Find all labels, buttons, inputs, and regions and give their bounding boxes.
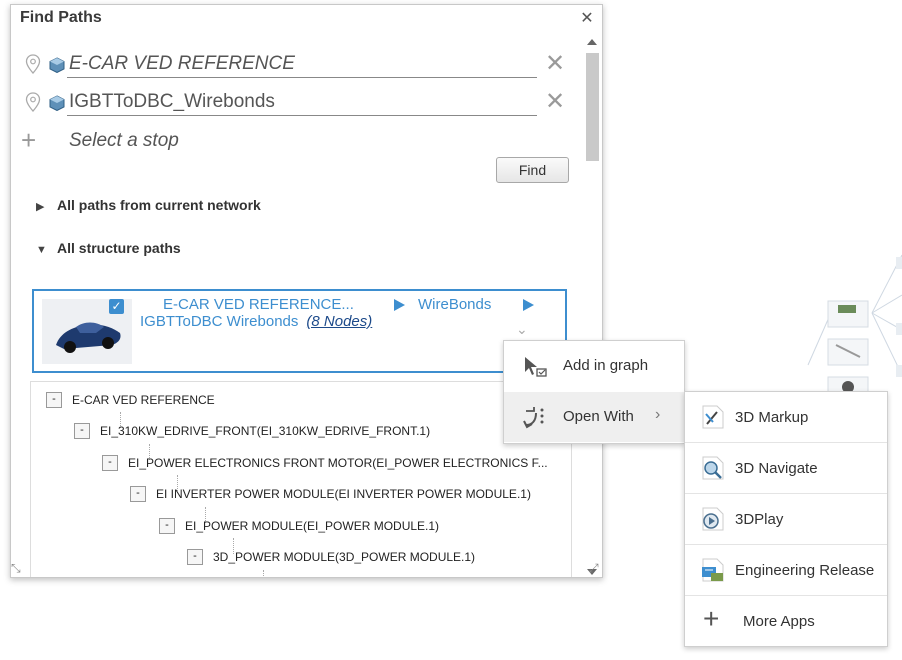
tree-node-label: EI_POWER ELECTRONICS FRONT MOTOR(EI_POWE… [128, 456, 548, 470]
menu-item-label: Open With [563, 408, 634, 425]
section-structure-paths[interactable]: ▼ All structure paths [36, 240, 181, 256]
tree-node[interactable]: - E-CAR VED REFERENCE [46, 392, 215, 410]
add-stop-placeholder[interactable]: Select a stop [69, 130, 179, 152]
tree-collapse-toggle[interactable]: - [102, 455, 118, 471]
find-button[interactable]: Find [496, 157, 569, 183]
tree-node[interactable]: -3D_POWER MODULE(3D_POWER MODULE.1) [187, 549, 475, 567]
submenu-item-more-apps[interactable]: + More Apps [685, 596, 887, 646]
stop-row-1: E-CAR VED REFERENCE ✕ [21, 51, 581, 81]
3d-navigate-icon [702, 456, 724, 480]
tree-node-label: EI_310KW_EDRIVE_FRONT(EI_310KW_EDRIVE_FR… [100, 424, 431, 438]
remove-start-stop-icon[interactable]: ✕ [545, 52, 565, 76]
3d-part-icon [49, 95, 65, 111]
section-current-network[interactable]: ▶ All paths from current network [36, 197, 261, 213]
close-icon[interactable]: ✕ [579, 11, 595, 27]
tree-node-label: E-CAR VED REFERENCE [72, 393, 215, 407]
tree-node[interactable]: - EI_POWER MODULE(EI_POWER MODULE.1) [159, 518, 439, 536]
nodes-count-link[interactable]: (8 Nodes) [306, 313, 372, 330]
expand-triangle-icon[interactable]: ▶ [36, 200, 48, 213]
location-pin-icon [25, 54, 41, 74]
panel-content: E-CAR VED REFERENCE ✕ IGBTToDBC_Wirebond… [11, 33, 583, 577]
chevron-right-icon: › [655, 406, 661, 423]
menu-item-add-in-graph[interactable]: Add in graph [504, 341, 684, 391]
path-result-card[interactable]: ✓ E-CAR VED REFERENCE... WireBonds IGBTT… [32, 289, 567, 373]
tree-node-label: EI INVERTER POWER MODULE(EI INVERTER POW… [156, 487, 531, 501]
path-tree: - E-CAR VED REFERENCE - EI_310KW_EDRIVE_FR… [30, 381, 572, 577]
section-label: All structure paths [57, 240, 181, 256]
tree-collapse-toggle[interactable]: - [187, 549, 203, 565]
remove-end-stop-icon[interactable]: ✕ [545, 90, 565, 114]
tree-node-label: EI_POWER MODULE(EI_POWER MODULE.1) [185, 519, 440, 533]
tree-collapse-toggle[interactable]: - [46, 392, 62, 408]
tree-node[interactable]: - EI INVERTER POWER MODULE(EI INVERTER PO… [130, 486, 531, 504]
chevron-down-icon[interactable]: ⌄ [516, 321, 528, 338]
submenu-item-3d-navigate[interactable]: 3D Navigate [685, 443, 887, 494]
submenu-item-label: Engineering Release [735, 562, 875, 579]
path-start: E-CAR VED REFERENCE... [163, 296, 354, 313]
open-with-submenu: 3D Markup 3D Navigate 3DPlay Engineering… [684, 391, 888, 647]
stop-row-2: IGBTToDBC_Wirebonds ✕ [21, 89, 581, 119]
tree-collapse-toggle[interactable]: - [159, 518, 175, 534]
path-summary-line1: E-CAR VED REFERENCE... [163, 296, 354, 313]
plus-icon[interactable]: + [21, 127, 36, 153]
path-mid: WireBonds [418, 296, 492, 313]
collapse-triangle-icon[interactable]: ▼ [36, 244, 48, 256]
add-in-graph-icon [525, 357, 547, 377]
engineering-release-icon [702, 558, 724, 582]
panel-title: Find Paths [20, 9, 102, 26]
end-stop-value: IGBTToDBC_Wirebonds [69, 91, 275, 112]
3d-part-icon [49, 57, 65, 73]
submenu-item-label: 3D Markup [735, 409, 809, 426]
path-summary-line2: IGBTToDBC Wirebonds (8 Nodes) [140, 313, 372, 330]
menu-item-label: Add in graph [563, 357, 649, 374]
tree-node-label: 3D_POWER MODULE(3D_POWER MODULE.1) [213, 550, 476, 564]
scroll-up-icon[interactable] [587, 39, 597, 45]
tree-node[interactable]: - EI_POWER ELECTRONICS FRONT MOTOR(EI_POW… [102, 455, 548, 473]
menu-item-open-with[interactable]: Open With › [504, 392, 684, 442]
submenu-item-label: More Apps [743, 613, 815, 630]
submenu-item-label: 3D Navigate [735, 460, 818, 477]
path-checkbox[interactable]: ✓ [109, 299, 124, 314]
add-stop-row[interactable]: + Select a stop [21, 127, 321, 159]
section-label: All paths from current network [57, 197, 261, 213]
tree-node[interactable]: - EI_310KW_EDRIVE_FRONT(EI_310KW_EDRIVE_F… [74, 423, 430, 441]
submenu-item-3dplay[interactable]: 3DPlay [685, 494, 887, 545]
plus-icon: + [703, 603, 720, 634]
open-with-icon [523, 407, 544, 429]
resize-handle-left-icon[interactable]: ⤡ [11, 561, 21, 576]
end-stop-field[interactable]: IGBTToDBC_Wirebonds [67, 89, 537, 116]
vertical-scrollbar[interactable] [584, 35, 600, 575]
context-menu: Add in graph Open With › [503, 340, 685, 444]
submenu-item-3d-markup[interactable]: 3D Markup [685, 392, 887, 443]
start-stop-value: E-CAR VED REFERENCE [69, 53, 295, 74]
resize-handle-right-icon[interactable]: ⤢ [589, 561, 599, 576]
submenu-item-engineering-release[interactable]: Engineering Release [685, 545, 887, 596]
3dplay-icon [702, 507, 724, 531]
scrollbar-thumb[interactable] [586, 53, 599, 161]
start-stop-field[interactable]: E-CAR VED REFERENCE [67, 51, 537, 78]
background-graph [807, 254, 902, 404]
tree-collapse-toggle[interactable]: - [130, 486, 146, 502]
path-arrow-icon [523, 299, 534, 311]
tree-collapse-toggle[interactable]: - [74, 423, 90, 439]
location-pin-icon [25, 92, 41, 112]
find-paths-panel: Find Paths ✕ E-CAR VED REFERENCE ✕ IGBTT… [10, 4, 603, 578]
tree-connector [263, 570, 264, 577]
path-end: IGBTToDBC Wirebonds [140, 313, 299, 330]
path-arrow-icon [394, 299, 405, 311]
3d-markup-icon [702, 405, 724, 429]
submenu-item-label: 3DPlay [735, 511, 784, 528]
